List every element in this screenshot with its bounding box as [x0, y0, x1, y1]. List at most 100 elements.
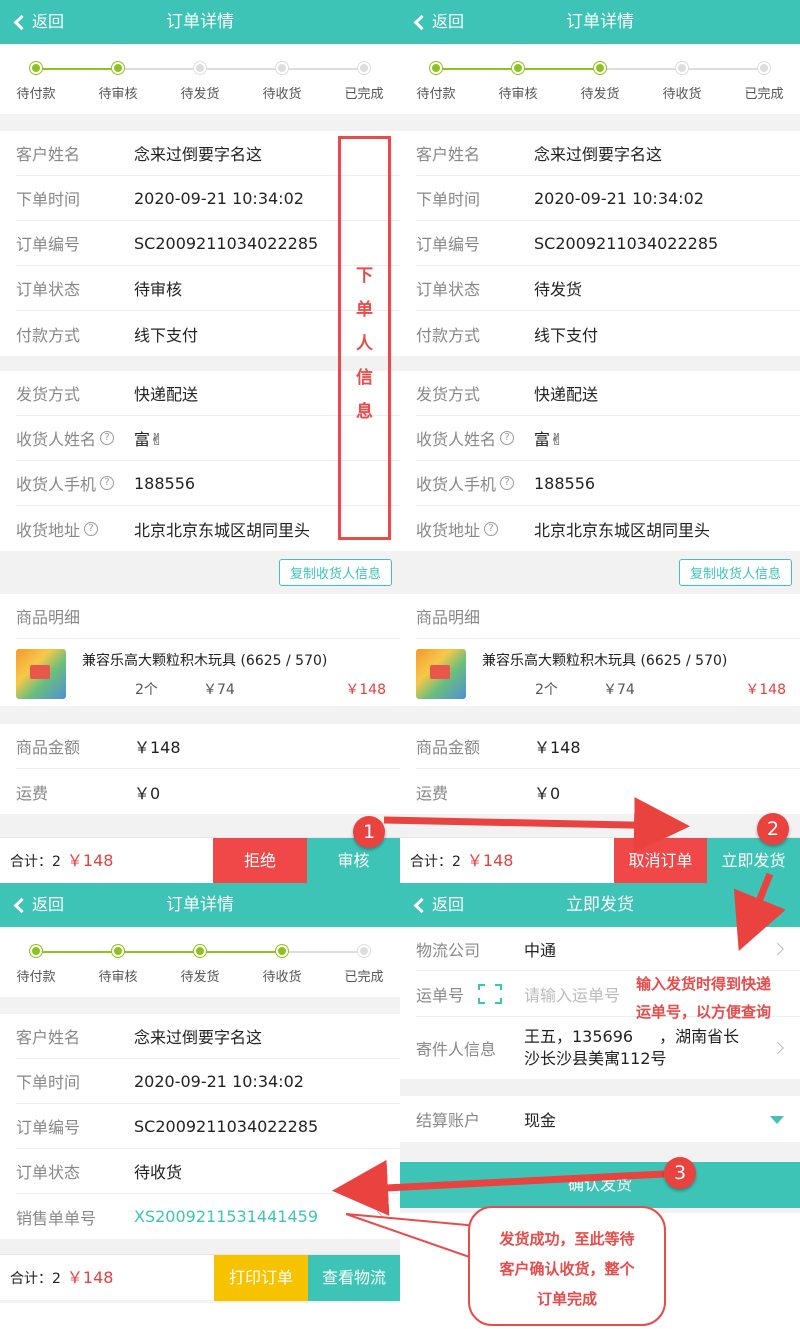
approve-button[interactable]: 审核: [307, 838, 400, 883]
account-select[interactable]: 结算账户 现金: [416, 1096, 800, 1142]
amount-section: 商品金额 ￥148 运费 ￥0: [400, 724, 800, 814]
sale-no-link[interactable]: XS2009211531441459: [134, 1207, 318, 1226]
order-info-section: 客户姓名 念来过倒要字名这 下单时间 2020-09-21 10:34:02 订单编…: [400, 131, 800, 356]
shipment-form: 物流公司 中通 运单号 请输入运单号 寄件人信息 王五，135696 ，湖南省长 沙…: [400, 927, 800, 1079]
row-goods-amount: 商品金额 ￥148: [16, 724, 400, 769]
copy-receiver-button[interactable]: 复制收货人信息: [678, 559, 792, 586]
row-receiver-phone: 收货人手机? 188556: [16, 461, 400, 506]
tracking-row: 运单号 请输入运单号: [416, 971, 800, 1017]
chevron-right-icon: [371, 1210, 384, 1223]
goods-section: 商品明细 兼容乐高大颗粒积木玩具 (6625 / 570) 2个 ￥74 ￥14…: [0, 594, 400, 706]
back-button[interactable]: 返回: [12, 883, 64, 927]
screen-order-pending-review: 返回 订单详情 待付款 待审核 待发货 待收货 已完成 客户姓名 念来过倒要字名这…: [0, 0, 400, 883]
help-icon[interactable]: ?: [100, 476, 115, 490]
row-status: 订单状态 待审核: [16, 266, 400, 311]
product-name: 兼容乐高大颗粒积木玩具 (6625 / 570): [82, 653, 328, 669]
header-bar: 返回 订单详情: [0, 0, 400, 44]
row-receiver-addr: 收货地址? 北京北京东城区胡同里头: [16, 520, 311, 540]
order-info-section: 客户姓名 念来过倒要字名这 下单时间 2020-09-21 10:34:02 订单编…: [0, 1014, 400, 1239]
product-image: [16, 649, 66, 699]
footer-bar: 合计：2 ￥148 打印订单 查看物流: [0, 1254, 400, 1301]
order-progress: 待付款 待审核 待发货 待收货 已完成: [0, 44, 400, 114]
back-button[interactable]: 返回: [412, 883, 464, 927]
screen-order-pending-shipment: 返回 订单详情 待付款 待审核 待发货 待收货 已完成 客户姓名 念来过倒要字名这…: [400, 0, 800, 883]
row-order-no: 订单编号 SC2009211034022285: [16, 1104, 400, 1149]
total-summary: 合计：2 ￥148: [10, 1268, 114, 1287]
row-ship-method: 发货方式 快递配送: [416, 371, 800, 416]
step-pending-review: 待审核: [478, 62, 558, 102]
step-pending-payment: 待付款: [0, 945, 76, 985]
chevron-right-icon: [771, 1041, 784, 1055]
product-item[interactable]: 兼容乐高大颗粒积木玩具 (6625 / 570) 2个 ￥74 ￥148: [400, 639, 800, 706]
row-receiver-addr: 收货地址? 北京北京东城区胡同里头: [416, 520, 711, 540]
screen-order-pending-receipt: 返回 订单详情 待付款 待审核 待发货 待收货 已完成 客户姓名 念来过倒要字名这…: [0, 883, 400, 1303]
row-status: 订单状态 待发货: [416, 266, 800, 311]
row-order-time: 下单时间 2020-09-21 10:34:02: [16, 176, 400, 221]
shipping-info-section: 发货方式 快递配送 收货人姓名? 富✌ 收货人手机? 188556 收货地址? 北京北京…: [400, 371, 800, 551]
total-summary: 合计：2 ￥148: [10, 851, 114, 870]
chevron-left-icon: [13, 897, 30, 913]
scan-icon[interactable]: [478, 983, 503, 1004]
product-qty: 2个: [135, 682, 158, 698]
row-order-time: 下单时间 2020-09-21 10:34:02: [16, 1059, 400, 1104]
chevron-left-icon: [413, 14, 430, 30]
row-goods-amount: 商品金额 ￥148: [416, 724, 800, 769]
reject-button[interactable]: 拒绝: [213, 838, 307, 883]
ship-now-button[interactable]: 立即发货: [707, 838, 800, 883]
back-button[interactable]: 返回: [12, 0, 64, 44]
product-price: ￥74: [203, 682, 235, 698]
step-pending-payment: 待付款: [400, 62, 476, 102]
product-item[interactable]: 兼容乐高大颗粒积木玩具 (6625 / 570) 2个 ￥74 ￥148: [0, 639, 400, 706]
row-pay-method: 付款方式 线下支付: [16, 325, 199, 345]
product-name: 兼容乐高大颗粒积木玩具 (6625 / 570): [482, 653, 728, 669]
footer-bar: 合计：2 ￥148 拒绝 审核: [0, 837, 400, 883]
step-pending-receipt: 待收货: [642, 62, 722, 102]
footer-bar: 合计：2 ￥148 取消订单 立即发货: [400, 837, 800, 883]
row-receiver-name: 收货人姓名? 富✌: [16, 416, 400, 461]
chevron-left-icon: [13, 14, 30, 30]
row-status: 订单状态 待收货: [16, 1149, 400, 1194]
copy-receiver-button[interactable]: 复制收货人信息: [278, 559, 392, 586]
step-pending-shipment: 待发货: [160, 945, 240, 985]
tracking-input[interactable]: 请输入运单号: [524, 982, 620, 1006]
help-icon[interactable]: ?: [484, 521, 499, 536]
step-pending-shipment: 待发货: [160, 62, 240, 102]
product-qty: 2个: [535, 682, 558, 698]
header-bar: 返回 订单详情: [400, 0, 800, 44]
sender-info[interactable]: 寄件人信息 王五，135696 ，湖南省长 沙长沙县美寓112号: [416, 1017, 800, 1079]
order-progress: 待付款 待审核 待发货 待收货 已完成: [400, 44, 800, 114]
product-image: [416, 649, 466, 699]
header-bar: 返回 立即发货: [400, 883, 800, 927]
amount-section: 商品金额 ￥148 运费 ￥0: [0, 724, 400, 814]
step-pending-receipt: 待收货: [242, 945, 322, 985]
step-completed: 已完成: [324, 62, 400, 102]
product-price: ￥74: [603, 682, 635, 698]
back-button[interactable]: 返回: [412, 0, 464, 44]
print-order-button[interactable]: 打印订单: [214, 1255, 308, 1301]
carrier-select[interactable]: 物流公司 中通: [416, 927, 800, 971]
help-icon[interactable]: ?: [84, 521, 99, 536]
step-pending-receipt: 待收货: [242, 62, 322, 102]
row-freight: 运费 ￥0: [16, 783, 161, 803]
header-bar: 返回 订单详情: [0, 883, 400, 927]
goods-section: 商品明细 兼容乐高大颗粒积木玩具 (6625 / 570) 2个 ￥74 ￥14…: [400, 594, 800, 706]
help-icon[interactable]: ?: [500, 476, 515, 490]
cancel-order-button[interactable]: 取消订单: [614, 838, 707, 883]
row-receiver-name: 收货人姓名? 富✌: [416, 416, 800, 461]
view-logistics-button[interactable]: 查看物流: [308, 1255, 400, 1301]
row-sale-no[interactable]: 销售单单号 XS2009211531441459: [16, 1194, 400, 1239]
chevron-right-icon: [771, 942, 784, 955]
screen-ship-now: 返回 立即发货 物流公司 中通 运单号 请输入运单号 寄件人信息 王五，13569…: [400, 883, 800, 1213]
row-pay-method: 付款方式 线下支付: [416, 325, 599, 345]
row-customer: 客户姓名 念来过倒要字名这: [416, 131, 800, 176]
order-info-section: 客户姓名 念来过倒要字名这 下单时间 2020-09-21 10:34:02 订单编…: [0, 131, 400, 356]
annotation-callout-done: 发货成功，至此等待 客户确认收货，整个 订单完成: [468, 1206, 666, 1326]
row-order-no: 订单编号 SC2009211034022285: [416, 221, 800, 266]
order-progress: 待付款 待审核 待发货 待收货 已完成: [0, 927, 400, 997]
help-icon[interactable]: ?: [100, 431, 115, 445]
help-icon[interactable]: ?: [500, 431, 515, 445]
confirm-ship-button[interactable]: 确认发货: [400, 1162, 800, 1208]
account-section: 结算账户 现金: [400, 1096, 800, 1142]
step-completed: 已完成: [724, 62, 800, 102]
step-pending-shipment: 待发货: [560, 62, 640, 102]
